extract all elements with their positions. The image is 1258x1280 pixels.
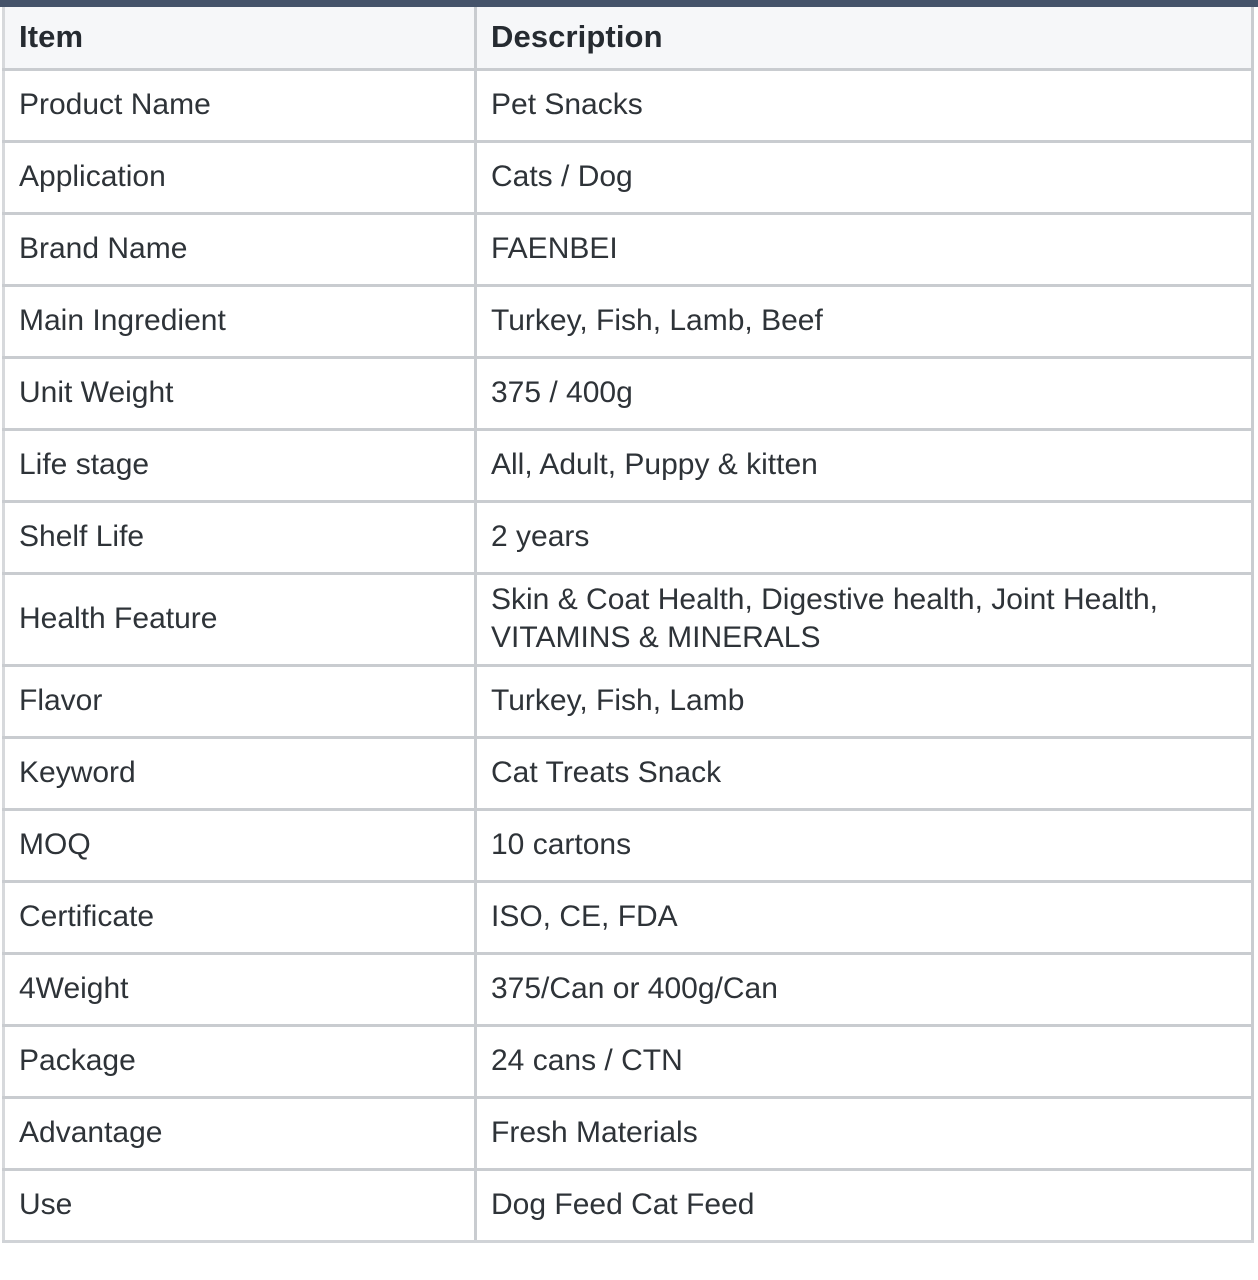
table-row: MOQ 10 cartons bbox=[2, 809, 1254, 883]
row-value-flavor: Turkey, Fish, Lamb bbox=[475, 665, 1254, 739]
table-top-accent-bar bbox=[0, 0, 1258, 7]
table-header: Item Description bbox=[2, 7, 1254, 71]
table-row: Certificate ISO, CE, FDA bbox=[2, 881, 1254, 955]
row-label-package: Package bbox=[2, 1025, 477, 1099]
table-row: Application Cats / Dog bbox=[2, 141, 1254, 215]
row-label-life-stage: Life stage bbox=[2, 429, 477, 503]
table-body: Product Name Pet Snacks Application Cats… bbox=[2, 69, 1254, 1243]
table-row: Brand Name FAENBEI bbox=[2, 213, 1254, 287]
table-row: Health Feature Skin & Coat Health, Diges… bbox=[2, 573, 1254, 667]
row-value-life-stage: All, Adult, Puppy & kitten bbox=[475, 429, 1254, 503]
table-row: Use Dog Feed Cat Feed bbox=[2, 1169, 1254, 1243]
specification-table-container: Item Description Product Name Pet Snacks… bbox=[0, 7, 1258, 1243]
column-header-item: Item bbox=[2, 7, 477, 71]
row-value-use: Dog Feed Cat Feed bbox=[475, 1169, 1254, 1243]
table-row: Flavor Turkey, Fish, Lamb bbox=[2, 665, 1254, 739]
row-value-product-name: Pet Snacks bbox=[475, 69, 1254, 143]
row-value-application: Cats / Dog bbox=[475, 141, 1254, 215]
table-row: Advantage Fresh Materials bbox=[2, 1097, 1254, 1171]
row-label-brand-name: Brand Name bbox=[2, 213, 477, 287]
row-value-brand-name: FAENBEI bbox=[475, 213, 1254, 287]
table-row: Keyword Cat Treats Snack bbox=[2, 737, 1254, 811]
table-row: 4Weight 375/Can or 400g/Can bbox=[2, 953, 1254, 1027]
row-value-certificate: ISO, CE, FDA bbox=[475, 881, 1254, 955]
row-label-product-name: Product Name bbox=[2, 69, 477, 143]
row-label-use: Use bbox=[2, 1169, 477, 1243]
row-value-unit-weight: 375 / 400g bbox=[475, 357, 1254, 431]
row-label-moq: MOQ bbox=[2, 809, 477, 883]
row-label-advantage: Advantage bbox=[2, 1097, 477, 1171]
row-value-package: 24 cans / CTN bbox=[475, 1025, 1254, 1099]
specification-table: Item Description Product Name Pet Snacks… bbox=[2, 7, 1254, 1243]
table-row: Unit Weight 375 / 400g bbox=[2, 357, 1254, 431]
table-row: Package 24 cans / CTN bbox=[2, 1025, 1254, 1099]
table-header-row: Item Description bbox=[2, 7, 1254, 71]
row-value-health-feature: Skin & Coat Health, Digestive health, Jo… bbox=[475, 573, 1254, 667]
row-label-main-ingredient: Main Ingredient bbox=[2, 285, 477, 359]
specification-page: Item Description Product Name Pet Snacks… bbox=[0, 0, 1258, 1280]
row-label-flavor: Flavor bbox=[2, 665, 477, 739]
row-label-shelf-life: Shelf Life bbox=[2, 501, 477, 575]
row-value-shelf-life: 2 years bbox=[475, 501, 1254, 575]
row-label-certificate: Certificate bbox=[2, 881, 477, 955]
row-label-application: Application bbox=[2, 141, 477, 215]
column-header-description: Description bbox=[475, 7, 1254, 71]
row-value-keyword: Cat Treats Snack bbox=[475, 737, 1254, 811]
table-row: Shelf Life 2 years bbox=[2, 501, 1254, 575]
row-label-unit-weight: Unit Weight bbox=[2, 357, 477, 431]
table-row: Product Name Pet Snacks bbox=[2, 69, 1254, 143]
table-row: Main Ingredient Turkey, Fish, Lamb, Beef bbox=[2, 285, 1254, 359]
row-label-health-feature: Health Feature bbox=[2, 573, 477, 667]
row-value-advantage: Fresh Materials bbox=[475, 1097, 1254, 1171]
row-value-4weight: 375/Can or 400g/Can bbox=[475, 953, 1254, 1027]
row-value-main-ingredient: Turkey, Fish, Lamb, Beef bbox=[475, 285, 1254, 359]
table-row: Life stage All, Adult, Puppy & kitten bbox=[2, 429, 1254, 503]
row-value-moq: 10 cartons bbox=[475, 809, 1254, 883]
row-label-4weight: 4Weight bbox=[2, 953, 477, 1027]
row-label-keyword: Keyword bbox=[2, 737, 477, 811]
